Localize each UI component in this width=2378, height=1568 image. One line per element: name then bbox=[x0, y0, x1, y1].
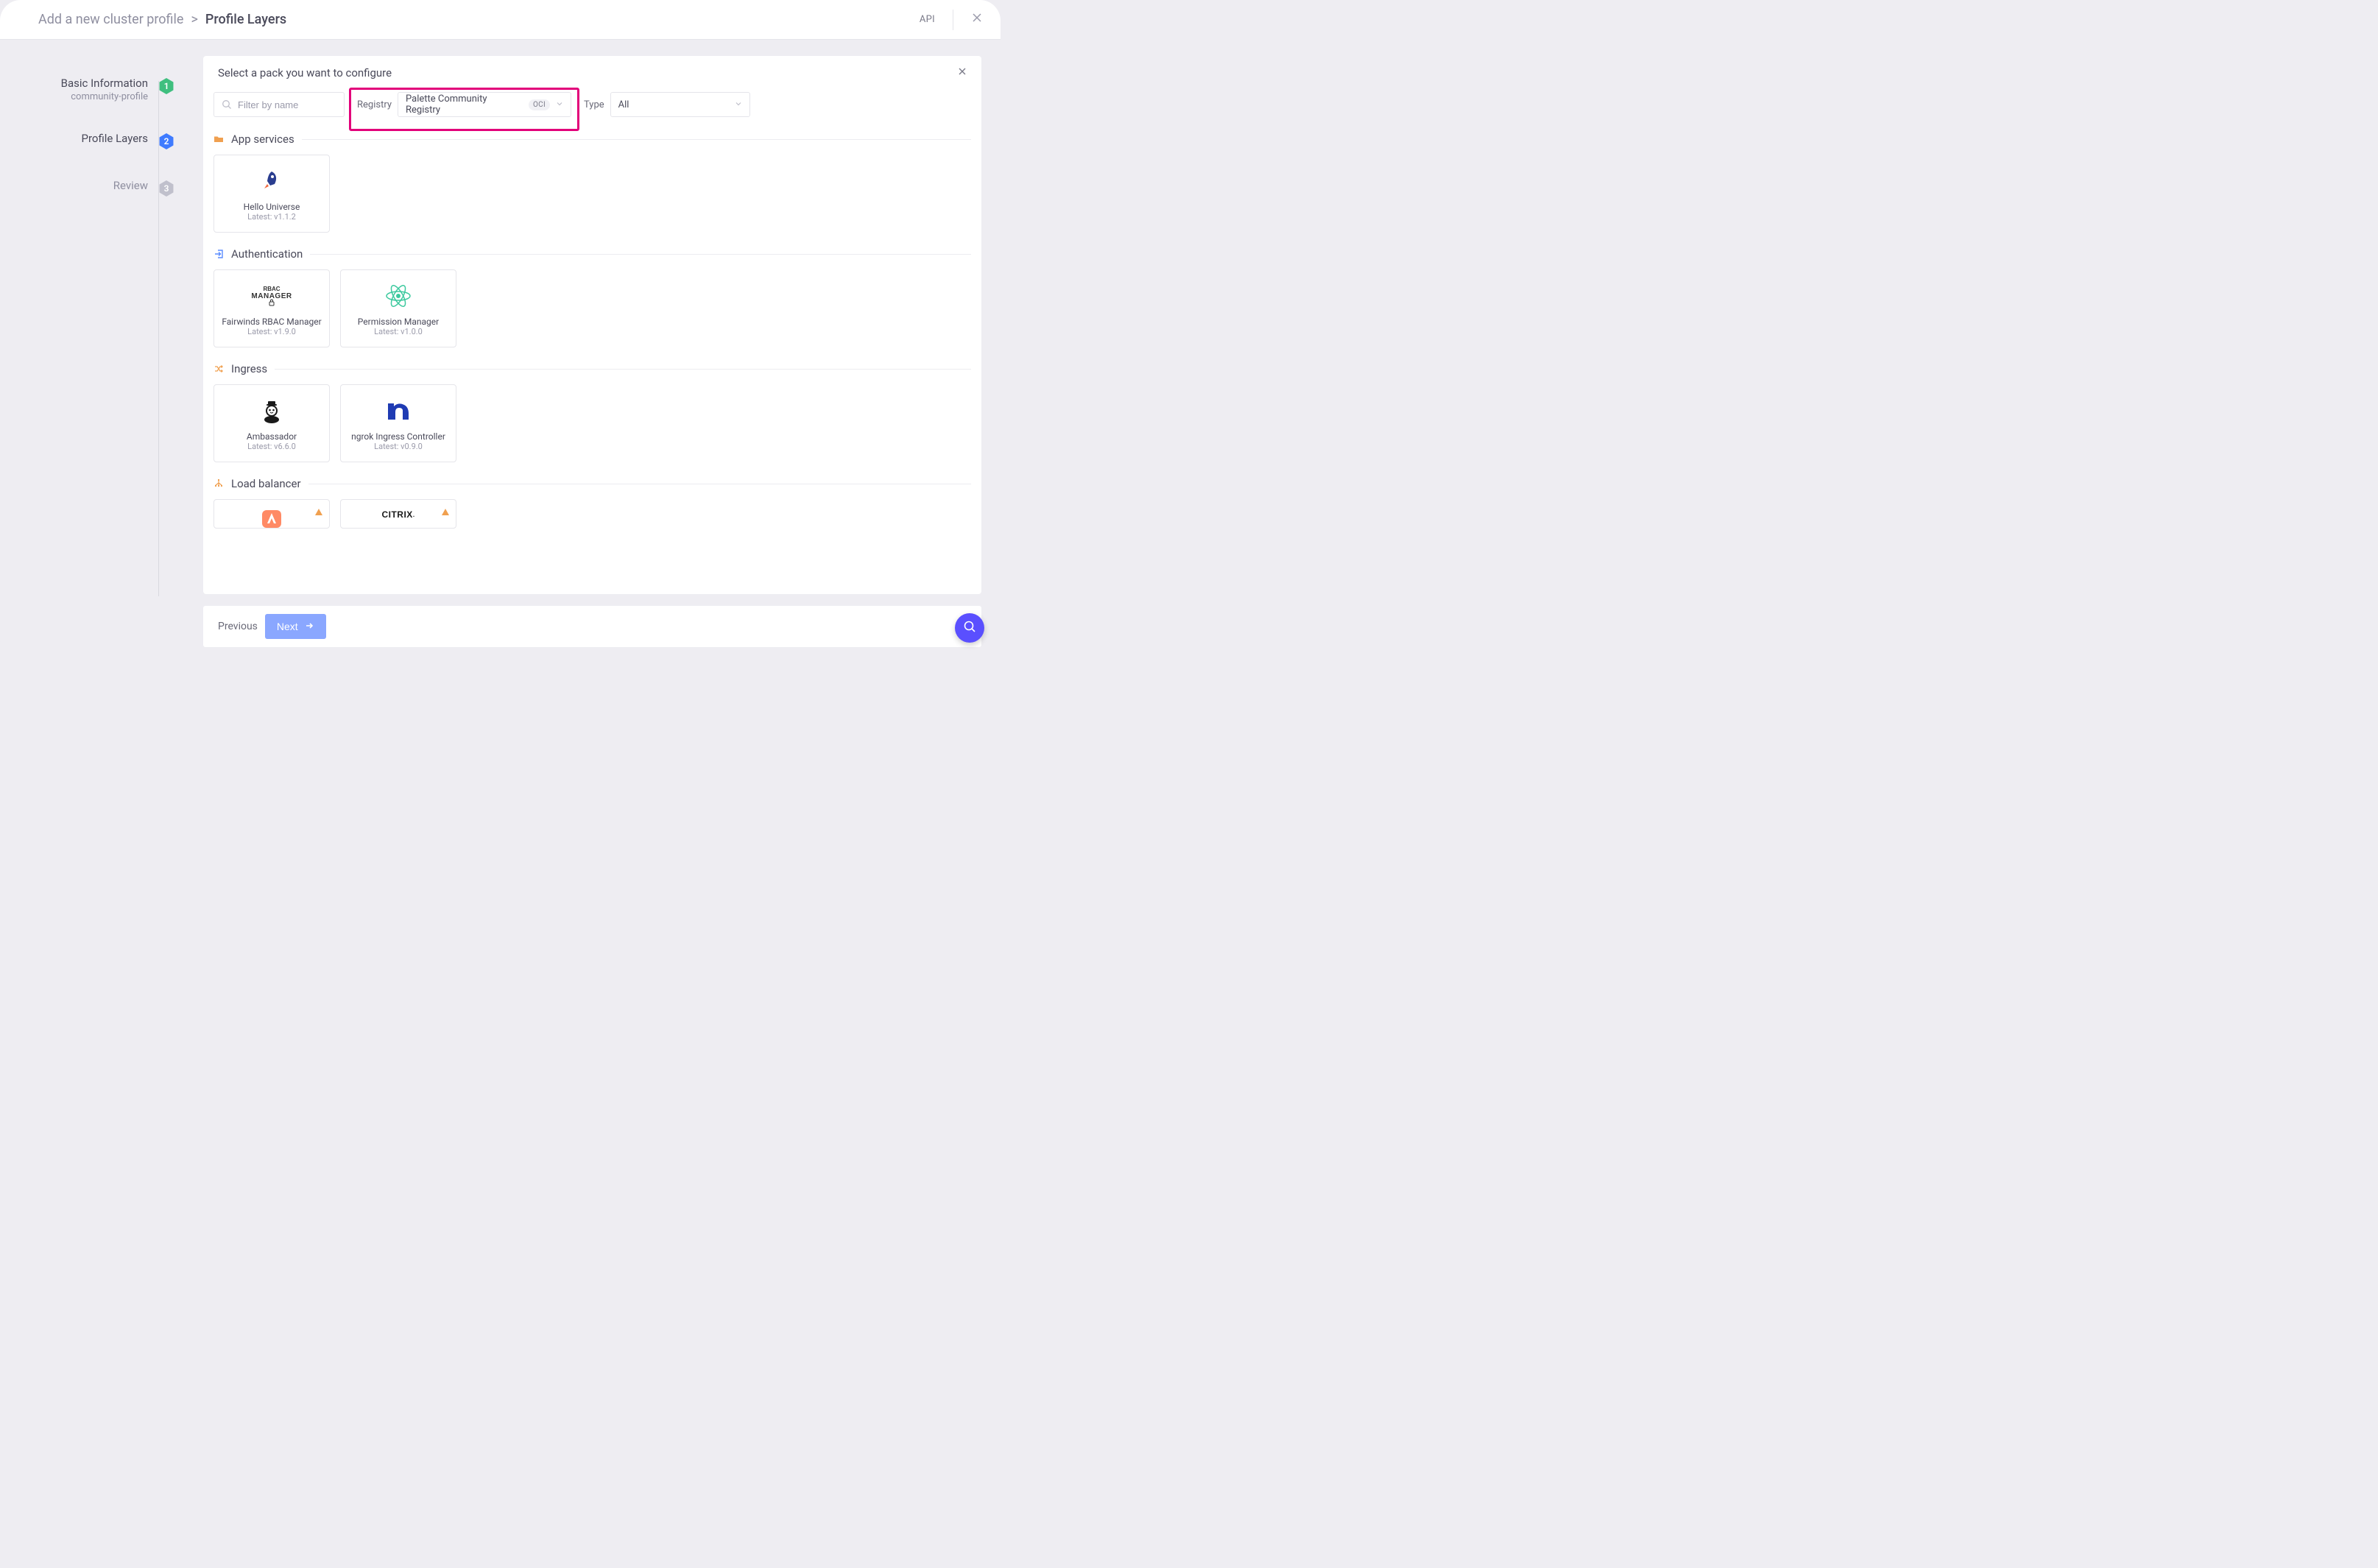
pack-version: Latest: v1.1.2 bbox=[247, 212, 296, 222]
close-icon[interactable] bbox=[971, 12, 983, 27]
type-label: Type bbox=[584, 99, 604, 110]
pack-hello-universe[interactable]: Hello Universe Latest: v1.1.2 bbox=[214, 155, 330, 233]
divider bbox=[275, 369, 971, 370]
step-subtitle: community-profile bbox=[61, 91, 148, 102]
load-balancer-icon bbox=[214, 478, 224, 489]
wizard-steps: Basic Information community-profile 1 Pr… bbox=[25, 40, 166, 659]
arrow-right-icon bbox=[304, 621, 314, 633]
shuffle-icon bbox=[214, 364, 224, 374]
category-authentication: Authentication RBAC MANAGER Fairwinds R bbox=[214, 247, 971, 347]
chevron-right-icon: > bbox=[191, 12, 197, 27]
pack-name: Ambassador bbox=[247, 431, 297, 442]
pack-version: Latest: v6.6.0 bbox=[247, 442, 296, 451]
step-title: Profile Layers bbox=[82, 132, 149, 145]
pack-avi[interactable] bbox=[214, 499, 330, 529]
category-title: Authentication bbox=[231, 247, 303, 261]
category-title: Load balancer bbox=[231, 477, 301, 490]
app-frame: Add a new cluster profile > Profile Laye… bbox=[0, 0, 1001, 659]
step-title: Review bbox=[113, 179, 148, 192]
pack-name: ngrok Ingress Controller bbox=[351, 431, 445, 442]
avi-icon bbox=[257, 509, 286, 528]
category-ingress: Ingress Ambassador Latest: v6.6.0 bbox=[214, 362, 971, 462]
categories: App services Hello Universe Latest: v1.1… bbox=[203, 128, 981, 594]
warning-icon bbox=[314, 506, 323, 520]
search-help-icon bbox=[962, 619, 977, 637]
pack-version: Latest: v1.9.0 bbox=[247, 327, 296, 336]
pack-permission-manager[interactable]: Permission Manager Latest: v1.0.0 bbox=[340, 269, 456, 347]
oci-badge: OCI bbox=[529, 99, 550, 110]
next-button[interactable]: Next bbox=[265, 614, 326, 639]
panel-title: Select a pack you want to configure bbox=[218, 66, 392, 80]
pack-name: Hello Universe bbox=[244, 202, 300, 212]
step-title: Basic Information bbox=[61, 77, 148, 90]
pack-version: Latest: v1.0.0 bbox=[374, 327, 423, 336]
category-title: App services bbox=[231, 133, 294, 146]
registry-field: Registry Palette Community Registry OCI bbox=[357, 92, 571, 117]
registry-select[interactable]: Palette Community Registry OCI bbox=[398, 92, 571, 117]
help-fab[interactable] bbox=[955, 613, 984, 643]
step-connector bbox=[158, 81, 159, 596]
pack-version: Latest: v0.9.0 bbox=[374, 442, 423, 451]
citrix-icon: CITRIX. bbox=[384, 509, 413, 520]
rbac-manager-icon: RBAC MANAGER bbox=[257, 281, 286, 311]
search-icon bbox=[222, 99, 232, 110]
pack-name: Fairwinds RBAC Manager bbox=[222, 317, 321, 327]
chevron-down-icon bbox=[735, 99, 742, 110]
breadcrumb-parent[interactable]: Add a new cluster profile bbox=[38, 12, 183, 27]
panel-close-icon[interactable] bbox=[958, 67, 967, 79]
body: Basic Information community-profile 1 Pr… bbox=[0, 40, 1001, 659]
search-input[interactable] bbox=[238, 99, 336, 110]
breadcrumb: Add a new cluster profile > Profile Laye… bbox=[38, 12, 286, 27]
rocket-icon bbox=[257, 166, 286, 196]
divider bbox=[310, 254, 971, 255]
warning-icon bbox=[441, 506, 450, 520]
header-bar: Add a new cluster profile > Profile Laye… bbox=[0, 0, 1001, 40]
category-app-services: App services Hello Universe Latest: v1.1… bbox=[214, 133, 971, 233]
divider bbox=[302, 139, 971, 140]
atom-icon bbox=[384, 281, 413, 311]
type-select[interactable]: All bbox=[610, 92, 750, 117]
type-value: All bbox=[618, 99, 629, 110]
main-content: Select a pack you want to configure bbox=[166, 40, 1001, 659]
step-basic-information[interactable]: Basic Information community-profile 1 bbox=[25, 77, 166, 102]
step-review[interactable]: Review 3 bbox=[25, 179, 166, 197]
pack-citrix[interactable]: CITRIX. bbox=[340, 499, 456, 529]
login-icon bbox=[214, 249, 224, 259]
api-link[interactable]: API bbox=[920, 14, 935, 25]
footer-bar: Previous Next bbox=[203, 606, 981, 647]
registry-highlight-box: Registry Palette Community Registry OCI bbox=[349, 88, 579, 131]
folder-icon bbox=[214, 134, 224, 144]
registry-value: Palette Community Registry bbox=[406, 93, 523, 116]
ambassador-icon bbox=[257, 396, 286, 425]
next-label: Next bbox=[277, 621, 298, 632]
search-input-wrap[interactable] bbox=[214, 92, 345, 117]
header-actions: API bbox=[920, 10, 983, 30]
ngrok-icon bbox=[384, 396, 413, 425]
pack-fairwinds-rbac-manager[interactable]: RBAC MANAGER Fairwinds RBAC Manager Late… bbox=[214, 269, 330, 347]
breadcrumb-current: Profile Layers bbox=[205, 12, 286, 27]
registry-label: Registry bbox=[357, 99, 392, 110]
pack-ambassador[interactable]: Ambassador Latest: v6.6.0 bbox=[214, 384, 330, 462]
pack-ngrok-ingress-controller[interactable]: ngrok Ingress Controller Latest: v0.9.0 bbox=[340, 384, 456, 462]
previous-button[interactable]: Previous bbox=[218, 621, 258, 632]
pack-name: Permission Manager bbox=[358, 317, 439, 327]
pack-picker-panel: Select a pack you want to configure bbox=[203, 56, 981, 594]
filter-row: Registry Palette Community Registry OCI bbox=[203, 90, 981, 128]
step-profile-layers[interactable]: Profile Layers 2 bbox=[25, 132, 166, 149]
category-load-balancer: Load balancer bbox=[214, 477, 971, 529]
type-field: Type All bbox=[584, 92, 750, 117]
category-title: Ingress bbox=[231, 362, 267, 375]
chevron-down-icon bbox=[556, 99, 563, 110]
